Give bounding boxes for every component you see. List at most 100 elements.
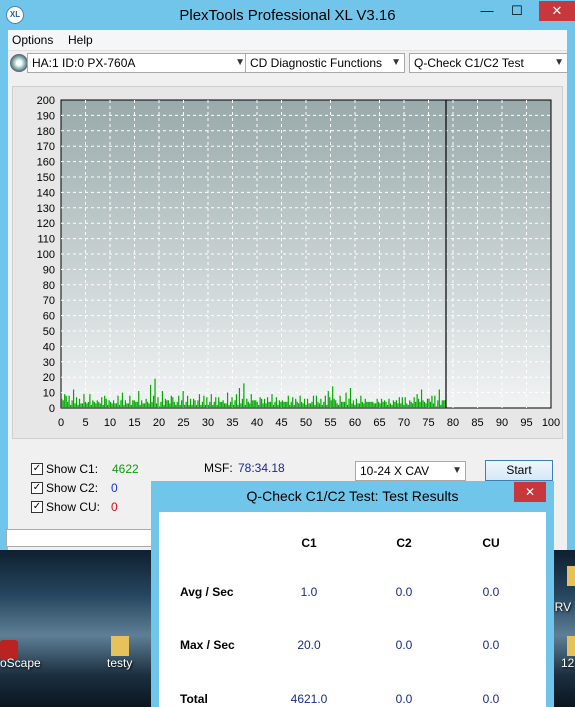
c1-bar xyxy=(281,400,283,408)
c1-bar xyxy=(311,401,313,408)
x-tick-label: 35 xyxy=(226,417,238,429)
c1-bar xyxy=(317,401,319,408)
minimize-button[interactable]: — xyxy=(472,1,502,21)
c1-bar xyxy=(92,400,94,408)
c1-bar xyxy=(364,398,366,408)
c1-bar xyxy=(441,400,443,408)
y-tick-label: 50 xyxy=(43,326,55,338)
c1-bar xyxy=(329,397,331,408)
c1-bar xyxy=(338,404,340,408)
c1-bar xyxy=(216,404,218,408)
c1-bar xyxy=(296,401,298,408)
x-tick-label: 60 xyxy=(349,417,361,429)
c1-bar xyxy=(226,392,229,408)
test-select[interactable]: Q-Check C1/C2 Test ▼ xyxy=(409,53,568,73)
c1-bar xyxy=(178,395,180,408)
c1-bar xyxy=(404,397,406,408)
c1-bar xyxy=(250,394,252,408)
x-tick-label: 45 xyxy=(275,417,287,429)
c1-bar xyxy=(318,403,320,408)
y-tick-label: 200 xyxy=(37,95,55,107)
c1-bar xyxy=(265,403,267,408)
maximize-button[interactable]: ☐ xyxy=(502,1,532,21)
c1-bar xyxy=(148,403,150,408)
dialog-close-button[interactable]: ✕ xyxy=(514,482,546,502)
c1-bar xyxy=(360,395,362,408)
start-button[interactable]: Start xyxy=(485,460,553,481)
c1-bar xyxy=(395,400,397,408)
desktop-icon-label[interactable]: testy xyxy=(107,656,132,670)
c1-bar xyxy=(330,400,332,408)
y-tick-label: 100 xyxy=(37,249,55,261)
c1-bar xyxy=(375,403,377,408)
c1-bar xyxy=(417,398,420,408)
show-cu-checkbox[interactable]: ✓ xyxy=(31,501,43,513)
c1-bar xyxy=(320,398,322,408)
drive-select[interactable]: HA:1 ID:0 PX-760A ▼ xyxy=(27,53,249,73)
c1-bar xyxy=(64,394,66,408)
c1-bar xyxy=(258,404,260,408)
c1-bar xyxy=(298,403,300,408)
c1-bar xyxy=(95,403,97,408)
speed-select[interactable]: 10-24 X CAV ▼ xyxy=(355,461,466,481)
c1-bar xyxy=(136,401,138,408)
c1-bar xyxy=(108,400,110,408)
c1-bar xyxy=(309,403,312,408)
cu-count: 0 xyxy=(111,500,118,514)
c1-bar xyxy=(321,404,323,408)
c1-bar xyxy=(152,395,155,408)
x-tick-label: 5 xyxy=(82,417,88,429)
c1-bar xyxy=(71,400,73,408)
c1-bar xyxy=(70,404,72,408)
desktop-icon-label[interactable]: oScape xyxy=(0,656,41,670)
c1-bar xyxy=(440,404,442,408)
c1-bar xyxy=(209,401,211,408)
c1-bar xyxy=(195,404,198,408)
chevron-down-icon: ▼ xyxy=(235,57,245,68)
function-select[interactable]: CD Diagnostic Functions ▼ xyxy=(245,53,405,73)
c1-bar xyxy=(139,404,141,408)
c1-bar xyxy=(118,404,121,408)
show-c1-checkbox[interactable]: ✓ xyxy=(31,463,43,475)
c1-bar xyxy=(189,398,192,408)
folder-icon[interactable] xyxy=(567,566,575,586)
c1-bar xyxy=(83,394,85,408)
results-dialog: Q-Check C1/C2 Test: Test Results ✕ C1 C2… xyxy=(151,481,554,707)
folder-icon[interactable] xyxy=(111,636,129,656)
c1-bar xyxy=(437,400,439,408)
c1-bar xyxy=(98,401,100,408)
c1-bar xyxy=(192,398,195,408)
folder-icon[interactable] xyxy=(567,636,575,656)
c1-bar xyxy=(392,400,395,408)
c1-bar xyxy=(229,401,232,408)
c1-bar xyxy=(284,401,286,408)
c1-bar xyxy=(185,401,187,408)
c1-bar xyxy=(84,401,87,408)
c1-bar xyxy=(406,403,408,408)
c1-bar xyxy=(93,401,95,408)
c1-bar xyxy=(121,392,124,408)
c1-bar xyxy=(266,397,269,408)
close-button[interactable]: ✕ xyxy=(539,1,575,21)
c1-bar xyxy=(327,391,329,408)
c1-bar xyxy=(290,401,292,408)
show-c2-checkbox[interactable]: ✓ xyxy=(31,482,43,494)
c1-bar xyxy=(358,403,360,408)
desktop-icon-label[interactable]: 12 xyxy=(561,656,574,670)
c1-bar xyxy=(413,397,415,408)
menu-options[interactable]: Options xyxy=(12,33,53,47)
c1-bar xyxy=(235,394,238,408)
c1-bar xyxy=(160,401,162,408)
c1-bar xyxy=(225,403,227,408)
max-cu: 0.0 xyxy=(482,638,500,652)
c1-bar xyxy=(269,401,272,408)
c1-bar xyxy=(151,401,153,408)
c1-bar xyxy=(343,401,346,408)
title-bar[interactable]: XL PlexTools Professional XL V3.16 — ☐ ✕ xyxy=(0,0,575,30)
c1-bar xyxy=(314,404,316,408)
c1-bar xyxy=(181,400,183,408)
row-label-total: Total xyxy=(180,692,208,706)
c1-bar xyxy=(87,401,89,408)
c1-bar xyxy=(169,403,171,408)
menu-help[interactable]: Help xyxy=(68,33,93,47)
